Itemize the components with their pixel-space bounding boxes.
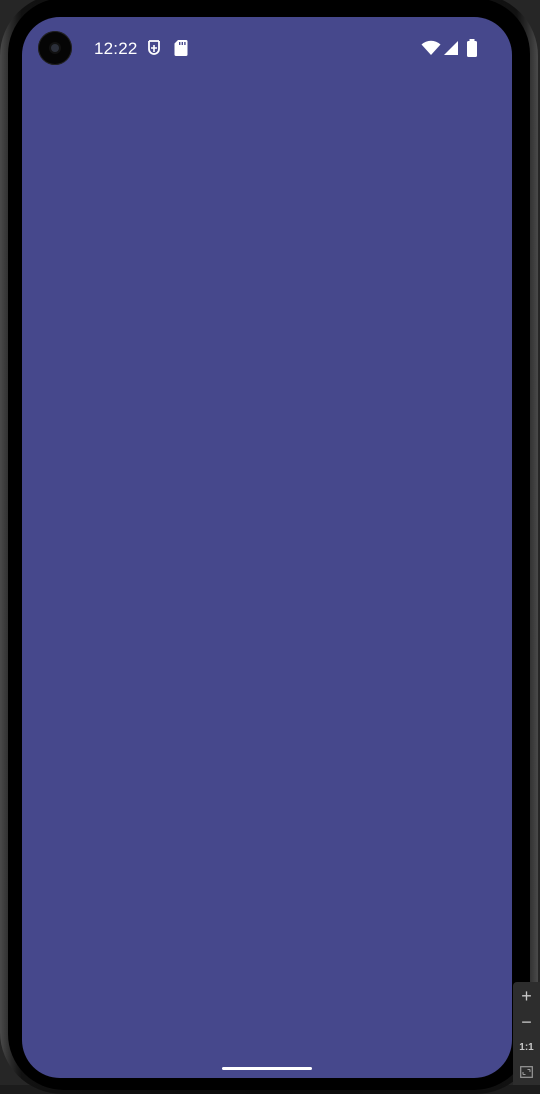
data-saver-icon [148, 40, 160, 55]
status-time: 12:22 [94, 39, 138, 58]
zoom-in-button[interactable]: + [513, 984, 540, 1008]
actual-size-button[interactable]: 1:1 [513, 1036, 540, 1060]
emulator-background: 12:22 + − 1:1 [0, 0, 540, 1094]
gesture-navigation-handle[interactable] [222, 1067, 312, 1070]
zoom-out-button[interactable]: − [513, 1010, 540, 1034]
wifi-icon [421, 40, 441, 55]
battery-icon [467, 39, 477, 57]
sd-card-icon [174, 40, 188, 56]
status-bar: 12:22 [22, 17, 512, 81]
front-camera-icon [38, 31, 72, 65]
emulator-zoom-toolbar: + − 1:1 [513, 982, 540, 1085]
fit-screen-icon[interactable] [520, 1066, 533, 1078]
device-screen[interactable]: 12:22 [22, 17, 512, 1078]
cellular-signal-icon [444, 41, 458, 55]
